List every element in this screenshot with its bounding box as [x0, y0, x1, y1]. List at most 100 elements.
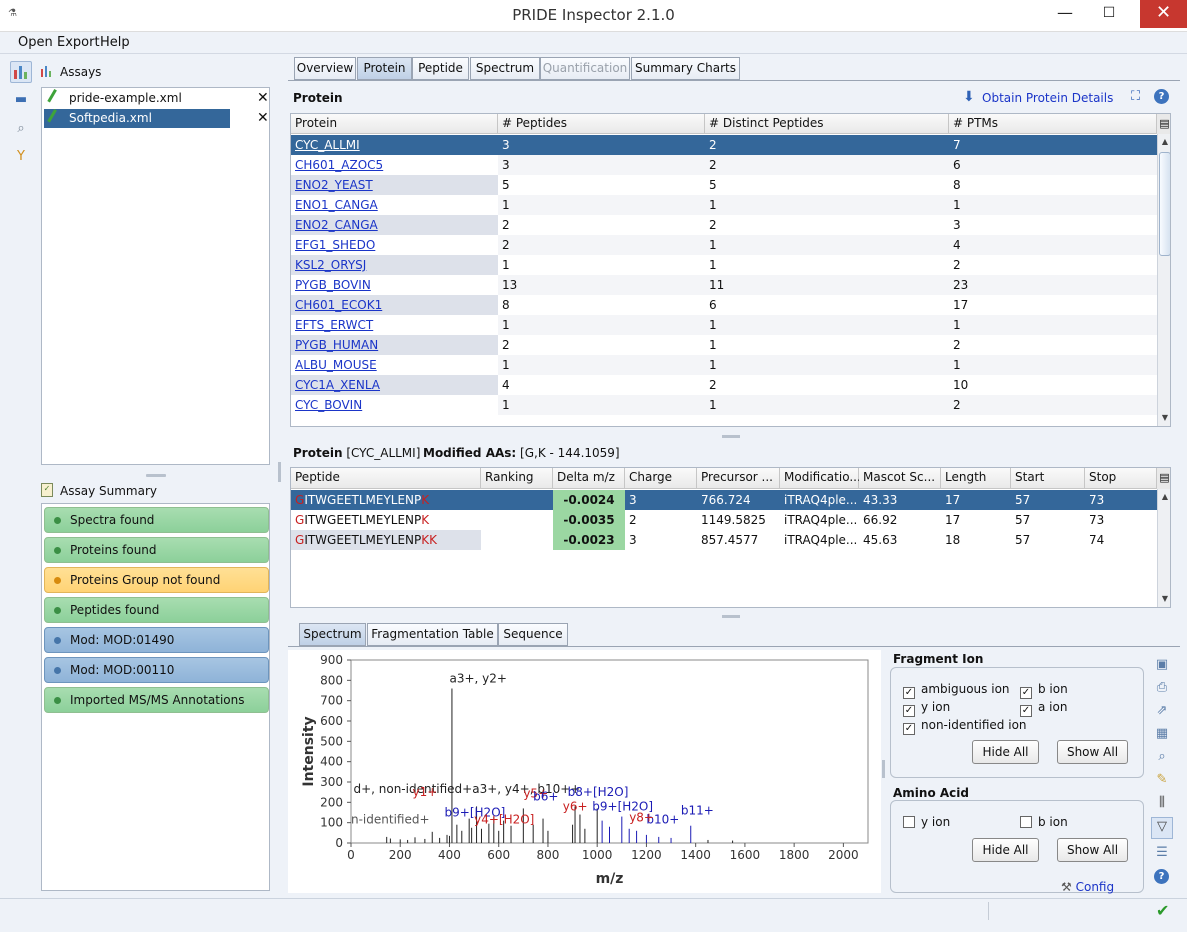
protein-accession-link[interactable]: CH601_AZOC5	[291, 155, 498, 175]
table-row[interactable]: PYGB_HUMAN 2 1 2	[291, 335, 1157, 355]
protein-accession-link[interactable]: ENO2_YEAST	[291, 175, 498, 195]
column-header[interactable]: Precursor ...	[697, 468, 780, 489]
print-icon[interactable]: ⎙	[1153, 679, 1171, 697]
tab-spectrum-view[interactable]: Spectrum	[299, 623, 366, 646]
tab-peptide[interactable]: Peptide	[412, 57, 469, 80]
spectrum-chart[interactable]: 0 100 200 300 400 500 600 700 800 900 0 200 400 600 80…	[288, 650, 881, 893]
tab-spectrum[interactable]: Spectrum	[470, 57, 540, 80]
column-header[interactable]: Protein	[291, 114, 498, 134]
column-header[interactable]: Charge	[625, 468, 697, 489]
zoom-icon[interactable]: ⌕	[1153, 748, 1171, 766]
summary-mod-00110[interactable]: Mod: MOD:00110	[44, 657, 269, 683]
tab-overview[interactable]: Overview	[294, 57, 356, 80]
protein-accession-link[interactable]: CYC1A_XENLA	[291, 375, 498, 395]
maximize-panel-icon[interactable]: ⛶	[1131, 89, 1140, 104]
split-handle[interactable]	[722, 615, 740, 618]
assay-item-selected[interactable]: Softpedia.xml	[44, 108, 230, 128]
summary-proteins[interactable]: Proteins found	[44, 537, 269, 563]
tab-protein[interactable]: Protein	[357, 57, 412, 80]
menu-export[interactable]: Export	[57, 35, 100, 50]
tab-fragmentation-table[interactable]: Fragmentation Table	[367, 623, 498, 646]
table-row[interactable]: CYC_BOVIN 1 1 2	[291, 395, 1157, 415]
protein-accession-link[interactable]: KSL2_ORYSJ	[291, 255, 498, 275]
table-row[interactable]: CH601_AZOC5 3 2 6	[291, 155, 1157, 175]
grid-icon[interactable]: ▦	[1153, 725, 1171, 743]
help-icon[interactable]: ?	[1154, 869, 1169, 884]
y-ion-checkbox[interactable]: ✓ y ion	[903, 700, 950, 717]
table-row[interactable]: GITWGEETLMEYLENPKK -0.0023 3 857.4577 iTRAQ4…	[291, 530, 1157, 550]
close-button[interactable]: ✕	[1140, 0, 1187, 28]
column-header[interactable]: Delta m/z	[553, 468, 625, 489]
split-handle[interactable]	[146, 474, 166, 477]
filter-icon[interactable]: ▽	[1151, 817, 1173, 839]
save-icon[interactable]: ▣	[1153, 656, 1171, 674]
table-row[interactable]: ENO1_CANGA 1 1 1	[291, 195, 1157, 215]
show-all-button[interactable]: Show All	[1057, 838, 1128, 862]
table-row[interactable]: ENO2_YEAST 5 5 8	[291, 175, 1157, 195]
hide-all-button[interactable]: Hide All	[972, 740, 1039, 764]
non-identified-ion-checkbox[interactable]: ✓ non-identified ion	[903, 718, 1027, 735]
menu-open[interactable]: Open	[18, 35, 53, 50]
amino-b-ion-checkbox[interactable]: b ion	[1020, 815, 1068, 829]
column-header[interactable]: # Distinct Peptides	[705, 114, 949, 134]
checkbox-icon[interactable]: ✓	[903, 723, 915, 735]
table-row[interactable]: EFG1_SHEDO 2 1 4	[291, 235, 1157, 255]
checkbox-icon[interactable]	[1020, 816, 1032, 828]
assay-chart-icon[interactable]	[10, 61, 32, 83]
checkbox-icon[interactable]: ✓	[1020, 687, 1032, 699]
show-all-button[interactable]: Show All	[1057, 740, 1128, 764]
filter-icon[interactable]: Y	[12, 148, 30, 166]
split-handle[interactable]	[722, 435, 740, 438]
eraser-icon[interactable]: ✎	[1153, 771, 1171, 789]
table-row[interactable]: CH601_ECOK1 8 6 17	[291, 295, 1157, 315]
protein-accession-link[interactable]: CYC_BOVIN	[291, 395, 498, 415]
column-header[interactable]: Stop	[1085, 468, 1157, 489]
table-row[interactable]: CYC1A_XENLA 4 2 10	[291, 375, 1157, 395]
search-icon[interactable]: ⌕	[12, 120, 30, 138]
tab-summary-charts[interactable]: Summary Charts	[631, 57, 740, 80]
assay-item[interactable]: pride-example.xml	[44, 88, 230, 108]
column-header[interactable]: Length	[941, 468, 1011, 489]
protein-accession-link[interactable]: EFTS_ERWCT	[291, 315, 498, 335]
column-header[interactable]: Modificatio...	[780, 468, 861, 489]
summary-msms[interactable]: Imported MS/MS Annotations	[44, 687, 269, 713]
ambiguous-ion-checkbox[interactable]: ✓ ambiguous ion	[903, 682, 1010, 699]
peaks-icon[interactable]: ⫼	[1153, 794, 1171, 812]
menu-help[interactable]: Help	[100, 35, 130, 50]
summary-spectra[interactable]: Spectra found	[44, 507, 269, 533]
scroll-up-icon[interactable]: ▲	[1158, 492, 1170, 501]
summary-protein-groups[interactable]: Proteins Group not found	[44, 567, 269, 593]
peptide-scrollbar[interactable]: ▲ ▼	[1157, 489, 1170, 607]
b-ion-checkbox[interactable]: ✓ b ion	[1020, 682, 1068, 699]
export-icon[interactable]: ⇗	[1153, 702, 1171, 720]
column-header[interactable]: Start	[1011, 468, 1085, 489]
scroll-down-icon[interactable]: ▼	[1158, 413, 1170, 422]
scroll-thumb[interactable]	[1159, 152, 1170, 256]
protein-accession-link[interactable]: ALBU_MOUSE	[291, 355, 498, 375]
obtain-protein-details-link[interactable]: Obtain Protein Details	[982, 91, 1113, 105]
column-header[interactable]: Peptide	[291, 468, 481, 489]
checkbox-icon[interactable]: ✓	[903, 687, 915, 699]
protein-accession-link[interactable]: EFG1_SHEDO	[291, 235, 498, 255]
protein-accession-link[interactable]: CH601_ECOK1	[291, 295, 498, 315]
scroll-up-icon[interactable]: ▲	[1158, 137, 1170, 146]
a-ion-checkbox[interactable]: ✓ a ion	[1020, 700, 1067, 717]
remove-assay-icon[interactable]: ✕	[257, 110, 269, 126]
table-row[interactable]: PYGB_BOVIN 13 11 23	[291, 275, 1157, 295]
table-row[interactable]: KSL2_ORYSJ 1 1 2	[291, 255, 1157, 275]
checkbox-icon[interactable]: ✓	[1020, 705, 1032, 717]
table-row[interactable]: ENO2_CANGA 2 2 3	[291, 215, 1157, 235]
protein-accession-link[interactable]: CYC_ALLMI	[291, 135, 498, 155]
column-chooser-icon[interactable]: ▤	[1157, 468, 1170, 489]
help-icon[interactable]: ?	[1154, 89, 1169, 104]
table-row[interactable]: ALBU_MOUSE 1 1 1	[291, 355, 1157, 375]
protein-accession-link[interactable]: PYGB_HUMAN	[291, 335, 498, 355]
vertical-split-handle[interactable]	[278, 462, 281, 482]
protein-accession-link[interactable]: ENO1_CANGA	[291, 195, 498, 215]
amino-y-ion-checkbox[interactable]: y ion	[903, 815, 950, 829]
config-link[interactable]: ⚒ Config	[1061, 880, 1114, 894]
minimize-button[interactable]: —	[1048, 0, 1082, 28]
list-icon[interactable]: ☰	[1153, 844, 1171, 862]
table-row[interactable]: GITWGEETLMEYLENPK -0.0024 3 766.724 iTRAQ4pl…	[291, 490, 1157, 510]
protein-accession-link[interactable]: PYGB_BOVIN	[291, 275, 498, 295]
